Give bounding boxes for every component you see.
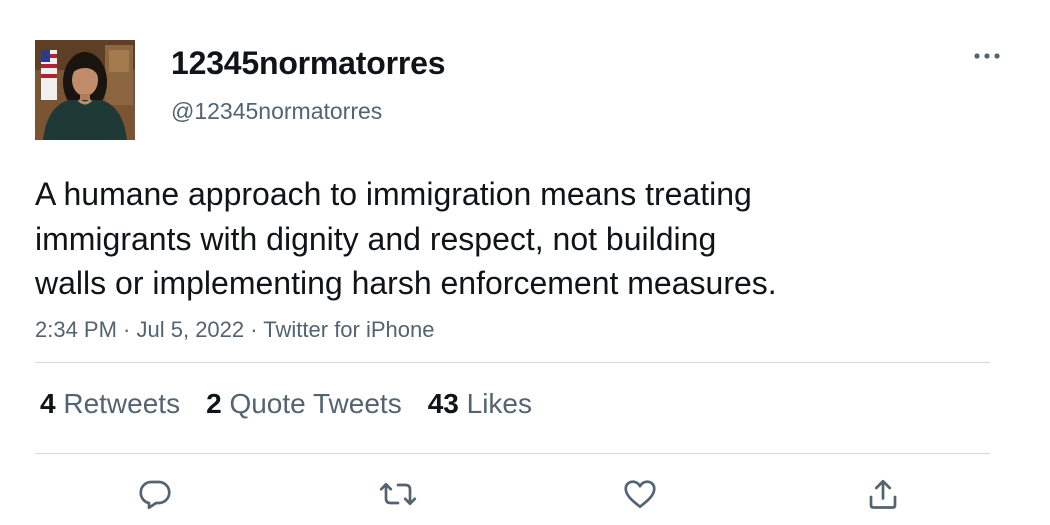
tweet-time[interactable]: 2:34 PM xyxy=(35,317,117,342)
likes-stat[interactable]: 43 Likes xyxy=(428,386,532,422)
quote-tweets-label: Quote Tweets xyxy=(229,388,402,419)
retweets-stat[interactable]: 4 Retweets xyxy=(40,386,180,422)
tweet-text-line: walls or implementing harsh enforcement … xyxy=(35,265,777,301)
more-horizontal-icon xyxy=(974,53,1000,59)
display-name[interactable]: 12345normatorres xyxy=(171,44,445,82)
retweets-label: Retweets xyxy=(63,388,181,419)
engagement-stats: 4 Retweets 2 Quote Tweets 43 Likes xyxy=(40,386,558,422)
quote-tweets-count: 2 xyxy=(206,388,222,419)
retweet-icon xyxy=(379,482,417,506)
share-icon xyxy=(869,479,897,509)
retweets-count: 4 xyxy=(40,388,56,419)
divider-top xyxy=(35,362,990,363)
retweet-button[interactable] xyxy=(378,474,418,514)
meta-separator: · xyxy=(116,317,137,342)
likes-label: Likes xyxy=(466,388,533,419)
avatar[interactable] xyxy=(35,40,135,140)
likes-count: 43 xyxy=(427,388,459,419)
tweet-metadata: 2:34 PM · Jul 5, 2022 · Twitter for iPho… xyxy=(35,315,434,345)
tweet-source[interactable]: Twitter for iPhone xyxy=(263,317,434,342)
tweet-text-line: immigrants with dignity and respect, not… xyxy=(35,220,717,257)
tweet-text-line: A humane approach to immigration means t… xyxy=(35,176,752,212)
reply-button[interactable] xyxy=(135,474,175,514)
reply-icon xyxy=(139,480,171,510)
tweet-card: 12345normatorres @12345normatorres A hum… xyxy=(0,0,1050,525)
more-options-button[interactable] xyxy=(972,44,1002,68)
tweet-date[interactable]: Jul 5, 2022 xyxy=(137,317,245,342)
share-button[interactable] xyxy=(863,474,903,514)
heart-icon xyxy=(624,480,656,509)
quote-tweets-stat[interactable]: 2 Quote Tweets xyxy=(206,386,402,422)
profile-photo xyxy=(35,40,135,140)
user-handle[interactable]: @12345normatorres xyxy=(171,97,382,125)
meta-separator: · xyxy=(244,317,264,342)
divider-bottom xyxy=(35,453,990,454)
tweet-text: A humane approach to immigration means t… xyxy=(35,172,915,306)
like-button[interactable] xyxy=(620,474,660,514)
